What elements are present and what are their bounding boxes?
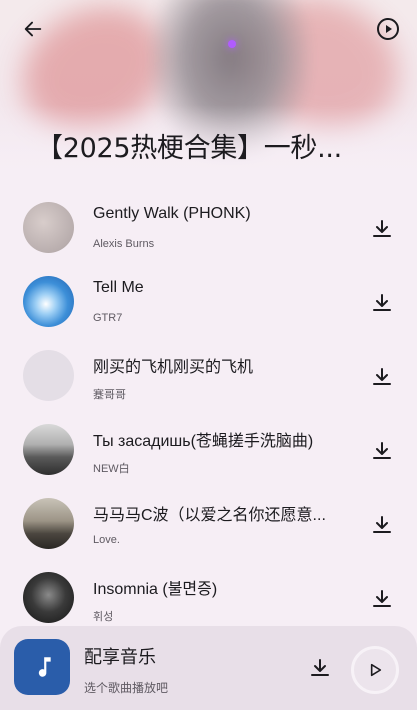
- song-row[interactable]: Ты засадишь(苍蝇搓手洗脑曲) NEW白: [0, 412, 417, 486]
- song-title: Ты засадишь(苍蝇搓手洗脑曲): [93, 433, 314, 450]
- download-icon[interactable]: [370, 513, 394, 537]
- play-all-button[interactable]: [372, 13, 404, 45]
- song-avatar: [23, 424, 74, 475]
- song-avatar: [23, 276, 74, 327]
- player-subtitle: 选个歌曲播放吧: [84, 681, 169, 695]
- song-row[interactable]: Tell Me GTR7: [0, 264, 417, 338]
- song-artist: 蹇哥哥: [93, 389, 126, 401]
- player-title: 配享音乐: [84, 647, 156, 668]
- header-art-glow: [228, 40, 236, 48]
- music-note-icon: [38, 657, 51, 677]
- download-icon[interactable]: [370, 439, 394, 463]
- song-row[interactable]: 马马马C波（以爱之名你还愿意... Love.: [0, 486, 417, 560]
- download-icon[interactable]: [370, 365, 394, 389]
- arrow-left-icon: [24, 21, 42, 37]
- song-title: Insomnia (불면증): [93, 581, 218, 598]
- song-artist: Alexis Burns: [93, 238, 155, 250]
- song-title: Tell Me: [93, 279, 144, 296]
- song-artist: NEW白: [93, 463, 130, 475]
- download-icon[interactable]: [370, 217, 394, 241]
- back-button[interactable]: [17, 13, 49, 45]
- song-artist: GTR7: [93, 312, 123, 324]
- play-circle-icon: [377, 18, 399, 40]
- song-artist: 휘성: [93, 611, 114, 623]
- song-row[interactable]: 刚买的飞机刚买的飞机 蹇哥哥: [0, 338, 417, 412]
- song-row[interactable]: Insomnia (불면증) 휘성: [0, 560, 417, 634]
- download-icon[interactable]: [308, 656, 332, 680]
- download-icon[interactable]: [370, 291, 394, 315]
- song-title: 马马马C波（以爱之名你还愿意...: [93, 507, 326, 524]
- download-icon[interactable]: [370, 587, 394, 611]
- song-avatar: [23, 350, 74, 401]
- song-avatar: [23, 202, 74, 253]
- song-avatar: [23, 572, 74, 623]
- play-icon: [370, 663, 382, 677]
- song-row[interactable]: Gently Walk (PHONK) Alexis Burns: [0, 190, 417, 264]
- playlist-header: [0, 0, 417, 195]
- song-title: 刚买的飞机刚买的飞机: [93, 359, 254, 376]
- player-play-button[interactable]: [351, 646, 399, 694]
- playlist-title: 【2025热梗合集】一秒...: [36, 133, 342, 164]
- player-cover: [14, 639, 70, 695]
- song-artist: Love.: [93, 534, 120, 546]
- mini-player[interactable]: 配享音乐 选个歌曲播放吧: [0, 626, 417, 710]
- song-avatar: [23, 498, 74, 549]
- song-title: Gently Walk (PHONK): [93, 205, 251, 222]
